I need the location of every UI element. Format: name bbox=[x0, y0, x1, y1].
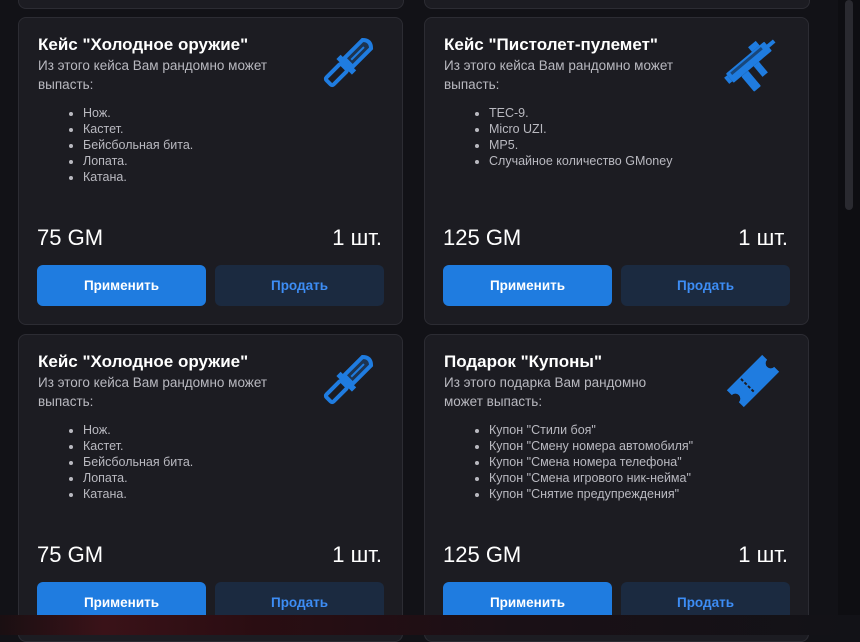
list-item: Лопата. bbox=[83, 470, 193, 486]
drop-list: Нож. Кастет. Бейсбольная бита. Лопата. К… bbox=[69, 422, 193, 502]
price-label: 125 GM bbox=[443, 542, 522, 567]
list-item: Купон "Смену номера автомобиля" bbox=[489, 438, 693, 454]
price-label: 75 GM bbox=[37, 542, 104, 567]
sell-button[interactable]: Продать bbox=[215, 265, 384, 306]
list-item: Micro UZI. bbox=[489, 121, 672, 137]
apply-button[interactable]: Применить bbox=[443, 265, 612, 306]
drop-list: Купон "Стили боя" Купон "Смену номера ав… bbox=[475, 422, 693, 502]
list-item: Катана. bbox=[83, 169, 193, 185]
scrollbar-thumb[interactable] bbox=[845, 0, 853, 210]
list-item: Случайное количество GMoney bbox=[489, 153, 672, 169]
list-item: TEC-9. bbox=[489, 105, 672, 121]
case-card: Кейс "Холодное оружие" Из этого кейса Ва… bbox=[18, 17, 403, 325]
quantity-label: 1 шт. bbox=[332, 542, 382, 567]
list-item: Катана. bbox=[83, 486, 193, 502]
case-card: Кейс "Пистолет-пулемет" Из этого кейса В… bbox=[424, 17, 809, 325]
card-title: Кейс "Пистолет-пулемет" bbox=[444, 35, 658, 54]
list-item: Нож. bbox=[83, 105, 193, 121]
list-item: Бейсбольная бита. bbox=[83, 454, 193, 470]
knife-icon bbox=[314, 349, 380, 413]
card-title: Кейс "Холодное оружие" bbox=[38, 352, 249, 371]
price-label: 125 GM bbox=[443, 225, 522, 250]
price-label: 75 GM bbox=[37, 225, 104, 250]
coupon-ticket-icon bbox=[720, 349, 786, 413]
list-item: Купон "Стили боя" bbox=[489, 422, 693, 438]
drop-list: TEC-9. Micro UZI. MP5. Случайное количес… bbox=[475, 105, 672, 169]
case-card: Кейс "Холодное оружие" Из этого кейса Ва… bbox=[18, 334, 403, 642]
list-item: Лопата. bbox=[83, 153, 193, 169]
card-title: Подарок "Купоны" bbox=[444, 352, 603, 371]
quantity-label: 1 шт. bbox=[332, 225, 382, 250]
sell-button[interactable]: Продать bbox=[621, 265, 790, 306]
card-description: Из этого кейса Вам рандомно может выпаст… bbox=[444, 58, 674, 92]
list-item: Купон "Снятие предупреждения" bbox=[489, 486, 693, 502]
card-title: Кейс "Холодное оружие" bbox=[38, 35, 249, 54]
card-partial-top-right bbox=[424, 0, 810, 9]
quantity-label: 1 шт. bbox=[738, 542, 788, 567]
card-description: Из этого кейса Вам рандомно может выпаст… bbox=[38, 58, 268, 92]
card-description: Из этого подарка Вам рандомно может выпа… bbox=[444, 375, 647, 409]
card-partial-top-left bbox=[18, 0, 404, 9]
drop-list: Нож. Кастет. Бейсбольная бита. Лопата. К… bbox=[69, 105, 193, 185]
list-item: MP5. bbox=[489, 137, 672, 153]
quantity-label: 1 шт. bbox=[738, 225, 788, 250]
list-item: Бейсбольная бита. bbox=[83, 137, 193, 153]
gift-card: Подарок "Купоны" Из этого подарка Вам ра… bbox=[424, 334, 809, 642]
list-item: Кастет. bbox=[83, 121, 193, 137]
submachine-gun-icon bbox=[720, 32, 786, 96]
bottom-background-strip bbox=[0, 615, 860, 635]
card-description: Из этого кейса Вам рандомно может выпаст… bbox=[38, 375, 268, 409]
apply-button[interactable]: Применить bbox=[37, 265, 206, 306]
knife-icon bbox=[314, 32, 380, 96]
list-item: Купон "Смена номера телефона" bbox=[489, 454, 693, 470]
list-item: Кастет. bbox=[83, 438, 193, 454]
list-item: Купон "Смена игрового ник-нейма" bbox=[489, 470, 693, 486]
list-item: Нож. bbox=[83, 422, 193, 438]
